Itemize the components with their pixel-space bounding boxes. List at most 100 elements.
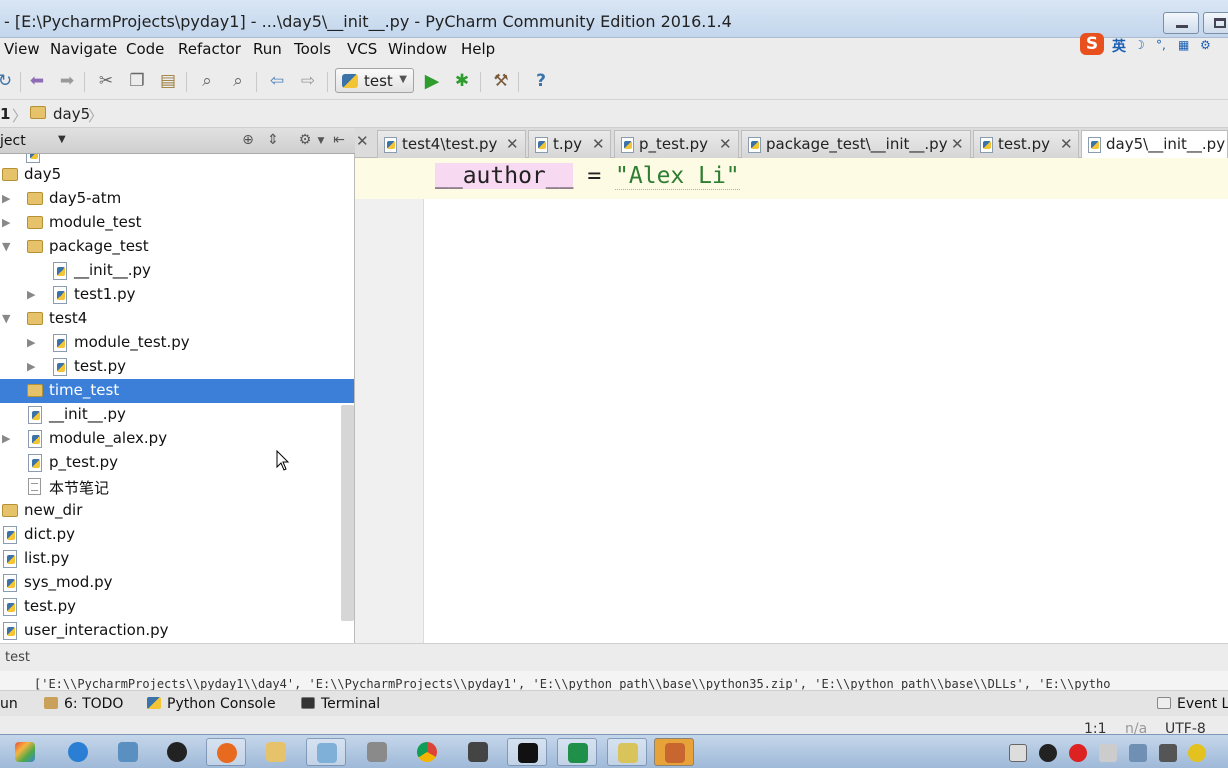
menu-window[interactable]: Window [388, 40, 447, 58]
network-icon[interactable] [1129, 744, 1147, 762]
chrome-icon[interactable] [407, 738, 447, 766]
tree-row[interactable]: ▶ module_test [0, 211, 341, 235]
console-output[interactable]: ['E:\\PycharmProjects\\pyday1\\day4', 'E… [0, 671, 1228, 690]
expand-arrow-icon[interactable]: ▶ [27, 360, 35, 373]
expand-arrow-icon[interactable]: ▶ [27, 336, 35, 349]
replace-icon[interactable]: ⌕ [227, 70, 249, 92]
editor-tab-active[interactable]: day5\__init__.py [1081, 130, 1228, 158]
run-icon[interactable]: ▶ [421, 70, 443, 92]
expand-arrow-icon[interactable]: ▶ [2, 192, 10, 205]
tray-record-icon[interactable] [1069, 744, 1087, 762]
tree-row[interactable]: __init__.py [0, 259, 341, 283]
power-icon[interactable] [1159, 744, 1177, 762]
editor-tab[interactable]: package_test\__init__.py ✕ [741, 130, 971, 158]
tree-row[interactable]: ▶ day5-atm [0, 187, 341, 211]
sync-icon[interactable]: ↻ [0, 70, 16, 92]
tool-python-console[interactable]: Python Console [147, 696, 276, 712]
breadcrumb-folder[interactable]: day5 [53, 105, 90, 123]
tool-terminal[interactable]: Terminal [301, 696, 380, 712]
cut-icon[interactable]: ✂ [95, 70, 117, 92]
chart-app-icon[interactable] [607, 738, 647, 766]
pycharm-icon[interactable] [557, 738, 597, 766]
menu-refactor[interactable]: Refactor [178, 40, 241, 58]
chevron-down-icon[interactable]: ▼ [58, 134, 66, 145]
redo-icon[interactable]: ➡ [56, 70, 78, 92]
menu-tools[interactable]: Tools [294, 40, 331, 58]
paste-icon[interactable]: ▤ [157, 70, 179, 92]
settings-grid-icon[interactable]: ⚙ [1200, 38, 1214, 52]
sogou-logo-icon[interactable]: S [1080, 33, 1104, 55]
tree-row[interactable]: new_dir [0, 499, 341, 523]
close-icon[interactable]: ✕ [1060, 135, 1073, 153]
close-icon[interactable]: ✕ [356, 132, 369, 150]
tool-todo[interactable]: 6: TODO [44, 696, 123, 712]
debug-icon[interactable]: ✱ [451, 70, 473, 92]
code-line-1[interactable]: __author__ = "Alex Li" [435, 163, 740, 190]
search-app-icon[interactable] [306, 738, 346, 766]
tray-add-icon[interactable] [1188, 744, 1206, 762]
menu-run[interactable]: Run [253, 40, 282, 58]
firefox-icon[interactable] [206, 738, 246, 766]
forward-icon[interactable]: ⇨ [297, 70, 319, 92]
close-icon[interactable]: ✕ [719, 135, 732, 153]
tree-row[interactable]: dict.py [0, 523, 341, 547]
close-icon[interactable]: ✕ [506, 135, 519, 153]
ime-language[interactable]: 英 [1112, 36, 1126, 56]
back-icon[interactable]: ⇦ [266, 70, 288, 92]
menu-vcs[interactable]: VCS [347, 40, 377, 58]
close-icon[interactable]: ✕ [592, 135, 605, 153]
editor-tab[interactable]: test.py ✕ [973, 130, 1079, 158]
tree-row[interactable]: test.py [0, 595, 341, 619]
collapse-arrow-icon[interactable]: ▼ [2, 312, 10, 325]
copy-icon[interactable]: ❐ [126, 70, 148, 92]
collapse-all-icon[interactable]: ⇕ [264, 132, 282, 150]
menu-navigate[interactable]: Navigate [50, 40, 117, 58]
find-icon[interactable]: ⌕ [196, 70, 218, 92]
tree-row[interactable]: ▼ package_test [0, 235, 341, 259]
ie-icon[interactable] [58, 738, 98, 766]
tool-run[interactable]: un [0, 696, 18, 712]
collapse-arrow-icon[interactable]: ▼ [2, 240, 10, 253]
expand-arrow-icon[interactable]: ▶ [27, 288, 35, 301]
tree-row[interactable]: user_interaction.py [0, 619, 341, 643]
project-view-selector[interactable]: ject [0, 133, 26, 149]
close-icon[interactable]: ✕ [951, 135, 964, 153]
tree-row[interactable]: ▶ test.py [0, 355, 341, 379]
menu-code[interactable]: Code [126, 40, 164, 58]
breadcrumb-project[interactable]: 1 [0, 105, 10, 123]
tree-row[interactable]: 本节笔记 [0, 475, 341, 499]
tool-event-log[interactable]: Event Lo [1157, 696, 1228, 712]
hide-panel-icon[interactable]: ⇤ [330, 132, 348, 150]
people-app-icon[interactable] [654, 738, 694, 766]
folder-app-icon[interactable] [256, 738, 296, 766]
tree-scrollbar[interactable] [341, 405, 354, 621]
tray-qq-icon[interactable] [1039, 744, 1057, 762]
help-icon[interactable]: ? [530, 70, 552, 92]
tray-window-icon[interactable] [1009, 744, 1027, 762]
tool-app-icon[interactable] [458, 738, 498, 766]
editor-tab[interactable]: t.py ✕ [528, 130, 611, 158]
tree-row[interactable]: ▶ module_alex.py [0, 427, 341, 451]
run-configuration-select[interactable]: test ▼ [335, 68, 414, 93]
start-button[interactable] [5, 738, 45, 766]
menu-help[interactable]: Help [461, 40, 495, 58]
volume-icon[interactable] [1099, 744, 1117, 762]
punctuation-icon[interactable]: °, [1156, 38, 1170, 52]
locate-icon[interactable]: ⊕ [239, 132, 257, 150]
tree-row-selected[interactable]: time_test [0, 379, 354, 403]
tree-row[interactable]: ▶ test1.py [0, 283, 341, 307]
editor-tab[interactable]: p_test.py ✕ [614, 130, 739, 158]
tree-row[interactable]: ▶ module_test.py [0, 331, 341, 355]
app-icon[interactable] [357, 738, 397, 766]
code-editor[interactable] [424, 158, 1228, 643]
explorer-icon[interactable] [108, 738, 148, 766]
expand-arrow-icon[interactable]: ▶ [2, 216, 10, 229]
moon-icon[interactable]: ☽ [1134, 38, 1148, 52]
settings-wrench-icon[interactable]: ⚒ [490, 70, 512, 92]
editor-tab[interactable]: test4\test.py ✕ [377, 130, 526, 158]
tree-row[interactable]: __init__.py [0, 403, 341, 427]
tree-row[interactable]: ▼ test4 [0, 307, 341, 331]
ime-toolbar[interactable]: S 英 ☽ °, ▦ ⚙ [1078, 31, 1228, 59]
tree-row[interactable]: list.py [0, 547, 341, 571]
keyboard-icon[interactable]: ▦ [1178, 38, 1192, 52]
